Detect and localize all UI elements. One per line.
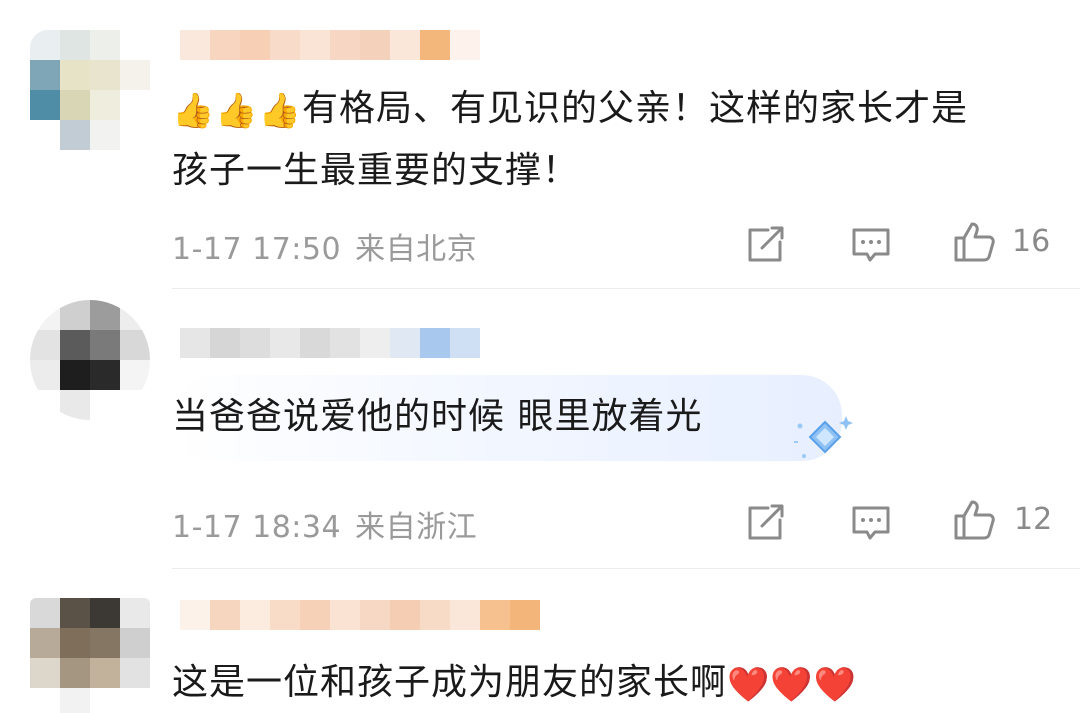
comment-text-line: 这是一位和孩子成为朋友的家长啊 bbox=[172, 662, 728, 703]
heart-emoji: ❤️ bbox=[770, 665, 814, 705]
diamond-sparkle-icon bbox=[794, 416, 853, 458]
thumbs-up-icon[interactable] bbox=[952, 498, 996, 542]
username[interactable] bbox=[180, 328, 480, 358]
comment-body: 👍👍👍有格局、有见识的父亲！这样的家长才是 bbox=[172, 78, 968, 140]
heart-emoji: ❤️ bbox=[813, 665, 858, 705]
comment-icon[interactable] bbox=[849, 222, 893, 266]
avatar[interactable] bbox=[30, 598, 150, 713]
timestamp: 1-17 18:34 bbox=[172, 510, 342, 545]
thumbs-up-emoji: 👍 bbox=[258, 91, 303, 131]
username[interactable] bbox=[180, 600, 540, 630]
location: 来自浙江 bbox=[355, 510, 478, 545]
location: 来自北京 bbox=[355, 232, 478, 267]
comment-text-line: 有格局、有见识的父亲！这样的家长才是 bbox=[302, 88, 969, 129]
forward-icon[interactable] bbox=[744, 222, 788, 266]
heart-emoji: ❤️ bbox=[727, 665, 771, 705]
comment-text-line: 孩子一生最重要的支撑！ bbox=[172, 150, 580, 191]
comment-meta: 1-17 18:34 来自浙江 bbox=[172, 502, 477, 546]
thumbs-up-emoji: 👍 bbox=[172, 91, 216, 131]
comment-text-line: 当爸爸说爱他的时候 眼里放着光 bbox=[172, 396, 703, 437]
thumbs-up-icon[interactable] bbox=[952, 220, 996, 264]
username[interactable] bbox=[180, 30, 480, 60]
comment-body: 这是一位和孩子成为朋友的家长啊❤️❤️❤️ bbox=[172, 652, 857, 713]
divider bbox=[172, 288, 1080, 289]
comment-feed: 👍👍👍有格局、有见识的父亲！这样的家长才是 孩子一生最重要的支撑！ 1-17 1… bbox=[0, 0, 1080, 713]
like-count: 12 bbox=[1014, 502, 1053, 537]
thumbs-up-emoji: 👍 bbox=[215, 91, 259, 131]
divider bbox=[172, 568, 1080, 569]
timestamp: 1-17 17:50 bbox=[172, 232, 342, 267]
comment-icon[interactable] bbox=[849, 500, 893, 544]
comment-meta: 1-17 17:50 来自北京 bbox=[172, 224, 477, 268]
forward-icon[interactable] bbox=[744, 500, 788, 544]
avatar[interactable] bbox=[30, 30, 150, 150]
like-count: 16 bbox=[1012, 224, 1051, 259]
avatar[interactable] bbox=[30, 300, 150, 420]
